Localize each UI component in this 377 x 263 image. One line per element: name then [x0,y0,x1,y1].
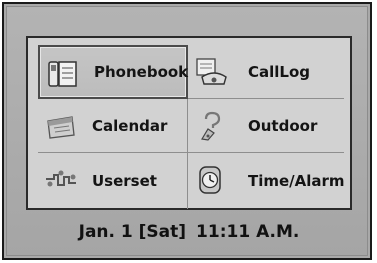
status-bar: Jan. 1 [Sat] 11:11 A.M. [26,214,352,250]
outdoor-icon [194,111,228,141]
userset-icon [44,165,78,195]
menu-item-userset[interactable]: Userset [38,153,188,209]
menu-item-label: CallLog [248,62,311,81]
device-bezel: Phonebook CallLog Calendar Outdoor Users… [2,2,372,260]
menu-item-calllog[interactable]: CallLog [188,45,344,99]
menu-item-time-alarm[interactable]: Time/Alarm [188,153,345,209]
menu-item-calendar[interactable]: Calendar [38,99,188,153]
menu-screen: Phonebook CallLog Calendar Outdoor Users… [26,36,352,210]
time-alarm-icon [194,165,228,195]
menu-grid: Phonebook CallLog Calendar Outdoor Users… [38,45,345,209]
menu-item-label: Userset [92,172,157,190]
menu-item-label: Calendar [92,116,168,135]
menu-item-label: Time/Alarm [248,172,345,190]
menu-item-label: Phonebook [94,63,189,81]
menu-item-outdoor[interactable]: Outdoor [188,99,344,153]
menu-item-phonebook[interactable]: Phonebook [38,45,188,99]
calendar-icon [44,111,78,141]
phonebook-icon [46,59,80,89]
calllog-icon [194,57,228,87]
menu-item-label: Outdoor [248,116,318,135]
status-date: Jan. 1 [Sat] [78,222,187,242]
status-time: 11:11 A.M. [196,222,300,242]
